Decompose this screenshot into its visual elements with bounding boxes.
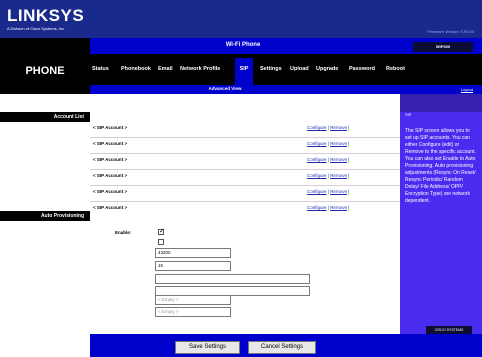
tab-email[interactable]: Email — [158, 66, 173, 72]
tab-status[interactable]: Status — [92, 66, 109, 72]
left-spacer — [0, 94, 90, 112]
section-auto-provisioning: Auto Provisioning — [0, 211, 90, 221]
enable-checkbox[interactable] — [158, 227, 165, 235]
configure-link[interactable]: Configure — [307, 141, 327, 146]
row-divider — [90, 137, 400, 138]
empty-field-2[interactable]: < Empty > — [155, 307, 231, 317]
account-name: < SIP Account > — [93, 141, 128, 146]
page-title: Wi-Fi Phone — [225, 42, 261, 48]
configure-link[interactable]: Configure — [307, 205, 327, 210]
brand-logo: LINKSYS — [7, 6, 85, 25]
remove-link[interactable]: Remove — [330, 189, 347, 194]
tab-reboot[interactable]: Reboot — [386, 66, 405, 72]
left-column — [0, 112, 90, 357]
random-delay-field[interactable]: 15 — [155, 261, 231, 271]
tab-upgrade[interactable]: Upgrade — [316, 66, 338, 72]
cancel-settings-button[interactable]: Cancel Settings — [248, 341, 316, 354]
firmware-version: Firmware Version: 0.93.00 — [427, 29, 474, 34]
tab-network-profile[interactable]: Network Profile — [180, 66, 220, 72]
configure-link[interactable]: Configure — [307, 173, 327, 178]
option-checkbox[interactable] — [158, 239, 164, 245]
tab-phonebook[interactable]: Phonebook — [121, 66, 151, 72]
help-text: The SIP screen allows you to set up SIP … — [405, 128, 476, 204]
empty-field-1[interactable]: < Empty > — [155, 295, 231, 305]
tab-upload[interactable]: Upload — [290, 66, 309, 72]
account-actions: Configure | Remove | — [307, 141, 350, 146]
brand-tagline: A Division of Cisco Systems, Inc. — [7, 26, 66, 31]
account-actions: Configure | Remove | — [307, 157, 350, 162]
resync-periodic-field[interactable]: 43200 — [155, 248, 231, 258]
row-divider — [90, 201, 400, 202]
account-name: < SIP Account > — [93, 189, 128, 194]
main-content: < SIP Account > Configure | Remove | < S… — [90, 94, 400, 334]
remove-link[interactable]: Remove — [330, 205, 347, 210]
footer-left — [0, 334, 90, 357]
save-settings-button[interactable]: Save Settings — [175, 341, 240, 354]
section-account-list: Account List — [0, 112, 90, 122]
account-actions: Configure | Remove | — [307, 189, 350, 194]
account-name: < SIP Account > — [93, 125, 128, 130]
tab-bar: Status Phonebook Email Network Profile S… — [90, 54, 482, 85]
help-title: SIP — [405, 112, 412, 117]
file-address-field[interactable] — [155, 274, 310, 284]
tab-sip[interactable]: SIP — [235, 58, 253, 85]
tab-password[interactable]: Password — [349, 66, 375, 72]
tab-settings[interactable]: Settings — [260, 66, 282, 72]
configure-link[interactable]: Configure — [307, 125, 327, 130]
account-name: < SIP Account > — [93, 173, 128, 178]
account-name: < SIP Account > — [93, 205, 128, 210]
advanced-view-label: Advanced View — [208, 86, 242, 91]
account-actions: Configure | Remove | — [307, 205, 350, 210]
row-divider — [90, 169, 400, 170]
enable-label: Enable: — [115, 230, 132, 235]
logout-link[interactable]: Logout — [461, 87, 473, 92]
row-divider — [90, 153, 400, 154]
model-badge: WIP300 — [413, 42, 473, 52]
configure-link[interactable]: Configure — [307, 189, 327, 194]
help-panel-top — [400, 94, 482, 112]
cisco-label: CISCO SYSTEMS — [434, 328, 464, 332]
remove-link[interactable]: Remove — [330, 173, 347, 178]
account-name: < SIP Account > — [93, 157, 128, 162]
configure-link[interactable]: Configure — [307, 157, 327, 162]
section-title: PHONE — [0, 38, 90, 94]
header: LINKSYS A Division of Cisco Systems, Inc… — [0, 0, 482, 38]
account-actions: Configure | Remove | — [307, 173, 350, 178]
row-divider — [90, 185, 400, 186]
remove-link[interactable]: Remove — [330, 141, 347, 146]
remove-link[interactable]: Remove — [330, 157, 347, 162]
remove-link[interactable]: Remove — [330, 125, 347, 130]
sub-bar: Advanced View Logout — [90, 85, 482, 94]
account-actions: Configure | Remove | — [307, 125, 350, 130]
